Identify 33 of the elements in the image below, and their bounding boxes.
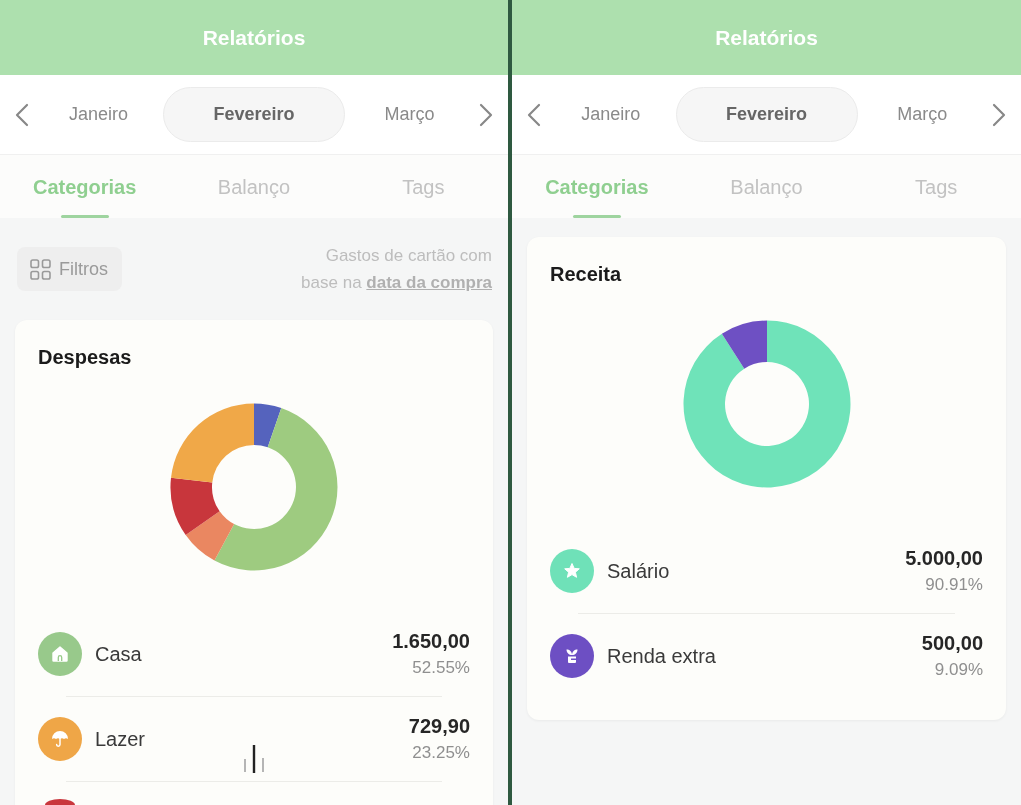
month-button[interactable]: Março [345, 87, 474, 142]
category-percent: 52.55% [412, 657, 470, 679]
category-percent: 23.25% [412, 742, 470, 764]
tab[interactable]: Categorias [0, 155, 170, 218]
category-name: Renda extra [607, 644, 716, 669]
category-amount: 1.650,00 [392, 629, 470, 654]
month-button[interactable]: Fevereiro [163, 87, 345, 142]
category-name: Salário [607, 559, 670, 584]
category-percent: 9.09% [934, 659, 983, 681]
screen-title: Relatórios [202, 24, 306, 51]
grid-icon [30, 258, 51, 280]
card-title: Receita [550, 262, 623, 286]
month-button[interactable]: Janeiro [546, 87, 676, 142]
card-title: Despesas [38, 345, 133, 369]
category-amount: 729,90 [408, 714, 470, 739]
tab[interactable]: Categorias [512, 155, 682, 218]
date-note: Gastos de cartão com base na data da compra [300, 245, 492, 294]
tab[interactable]: Balanço [681, 155, 852, 218]
tab[interactable]: Tags [338, 155, 508, 218]
tab[interactable]: Tags [851, 155, 1021, 218]
month-button[interactable]: Março [857, 87, 987, 142]
month-button[interactable]: Janeiro [34, 87, 163, 142]
category-name: Casa [95, 642, 142, 667]
bars-icon [243, 745, 265, 773]
filter-button[interactable]: Filtros [17, 247, 122, 291]
category-amount: 500,00 [921, 631, 983, 656]
category-amount: 5.000,00 [905, 546, 983, 571]
category-name: Lazer [95, 727, 146, 752]
tab[interactable]: Balanço [169, 155, 339, 218]
purchase-date-link[interactable]: data da compra [366, 273, 492, 292]
category-percent: 90.91% [925, 574, 983, 596]
month-button[interactable]: Fevereiro [675, 87, 858, 142]
screen-title: Relatórios [715, 24, 818, 51]
